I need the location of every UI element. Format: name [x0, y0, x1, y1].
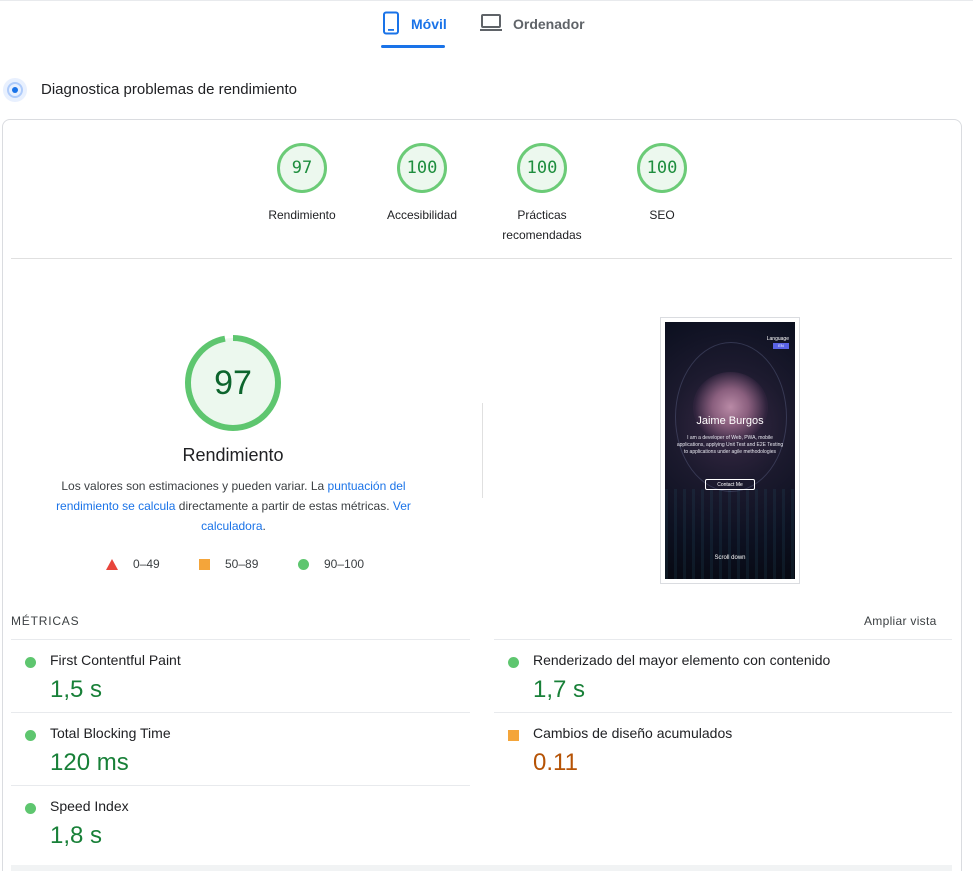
- legend-pass: 90–100: [298, 555, 364, 573]
- metric-value: 1,7 s: [533, 676, 586, 703]
- gauge-seo[interactable]: 100 SEO: [617, 143, 707, 225]
- gauge-accessibility[interactable]: 100 Accesibilidad: [377, 143, 467, 225]
- gauge-label: SEO: [649, 208, 675, 222]
- screenshot-image: Language EN Jaime Burgos I am a develope…: [665, 322, 795, 579]
- gauge-label: Accesibilidad: [386, 208, 458, 222]
- device-tabs: Móvil Ordenador: [0, 0, 973, 50]
- expand-view-toggle[interactable]: Ampliar vista: [864, 614, 937, 628]
- circle-icon: [298, 558, 309, 570]
- performance-gauge: 97: [183, 333, 283, 433]
- desc-text: .: [262, 519, 266, 533]
- laptop-icon: [479, 13, 503, 36]
- triangle-icon: [106, 558, 118, 570]
- metrics-heading: MÉTRICAS: [11, 614, 80, 628]
- desc-text: directamente a partir de estas métricas.: [175, 499, 393, 513]
- desc-text: Los valores son estimaciones y pueden va…: [61, 479, 328, 493]
- site-name: Jaime Burgos: [696, 415, 764, 427]
- performance-description: Los valores son estimaciones y pueden va…: [46, 476, 421, 536]
- diagnose-title: Diagnostica problemas de rendimiento: [41, 81, 297, 98]
- pass-indicator-icon: [508, 657, 519, 668]
- tab-mobile-label: Móvil: [411, 16, 447, 32]
- pass-indicator-icon: [25, 803, 36, 814]
- metric-title: Renderizado del mayor elemento con conte…: [533, 652, 831, 668]
- legend-range: 0–49: [133, 557, 160, 571]
- diagnose-icon: [3, 78, 27, 102]
- metric-value: 1,5 s: [50, 676, 103, 703]
- section-divider: [11, 258, 952, 259]
- orb-glow: [693, 372, 768, 442]
- legend-fail: 0–49: [106, 555, 160, 573]
- metric-value: 120 ms: [50, 749, 129, 776]
- gauge-label: Prácticas recomendadas: [502, 208, 582, 242]
- gauge-score: 100: [397, 143, 447, 193]
- metric-title: First Contentful Paint: [50, 652, 181, 668]
- bottom-section-edge: [11, 865, 952, 871]
- performance-label: Rendimiento: [182, 445, 284, 465]
- metric-lcp: Renderizado del mayor elemento con conte…: [492, 640, 932, 713]
- tab-desktop-label: Ordenador: [513, 16, 585, 32]
- square-icon: [199, 558, 210, 570]
- metric-title: Speed Index: [50, 798, 129, 814]
- gauge-performance[interactable]: 97 Rendimiento: [257, 143, 347, 225]
- pass-indicator-icon: [25, 730, 36, 741]
- scroll-down-hint: Scroll down: [714, 555, 746, 561]
- city-background: [665, 489, 795, 579]
- metric-tbt: Total Blocking Time 120 ms: [9, 713, 449, 786]
- active-tab-indicator: [381, 45, 445, 48]
- metric-speed-index: Speed Index 1,8 s: [9, 786, 449, 859]
- performance-score: 97: [214, 363, 252, 402]
- metric-value: 1,8 s: [50, 822, 103, 849]
- category-gauges: 97 Rendimiento 100 Accesibilidad 100 Prá…: [0, 143, 973, 253]
- vertical-divider: [482, 403, 483, 498]
- gauge-score: 97: [277, 143, 327, 193]
- legend-range: 90–100: [324, 557, 365, 571]
- gauge-score: 100: [637, 143, 687, 193]
- gauge-label: Rendimiento: [268, 208, 336, 222]
- metric-cls: Cambios de diseño acumulados 0.11: [492, 713, 932, 786]
- site-tagline: I am a developer of Web, PWA, mobile app…: [676, 435, 784, 455]
- page-screenshot: Language EN Jaime Burgos I am a develope…: [660, 317, 800, 584]
- metric-value: 0.11: [533, 749, 578, 776]
- contact-button: Contact Me: [705, 479, 755, 490]
- metric-title: Cambios de diseño acumulados: [533, 725, 733, 741]
- metric-fcp: First Contentful Paint 1,5 s: [9, 640, 449, 713]
- average-indicator-icon: [508, 730, 519, 741]
- language-label: Language: [766, 336, 789, 342]
- tab-mobile[interactable]: Móvil: [381, 0, 447, 48]
- metric-title: Total Blocking Time: [50, 725, 171, 741]
- gauge-score: 100: [517, 143, 567, 193]
- legend-average: 50–89: [199, 555, 258, 573]
- tab-desktop[interactable]: Ordenador: [479, 0, 585, 48]
- gauge-best-practices[interactable]: 100 Prácticas recomendadas: [497, 143, 587, 245]
- pass-indicator-icon: [25, 657, 36, 668]
- legend-range: 50–89: [225, 557, 259, 571]
- smartphone-icon: [381, 11, 401, 38]
- language-button: EN: [773, 343, 789, 349]
